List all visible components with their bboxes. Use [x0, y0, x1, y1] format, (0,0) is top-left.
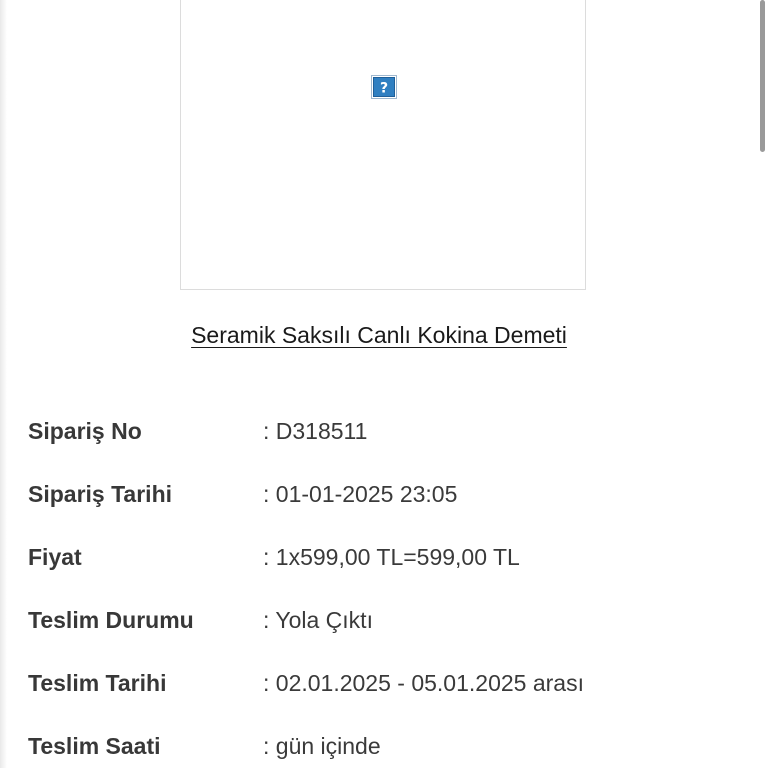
delivery-time-value: : gün içinde [263, 733, 381, 759]
order-detail-page: ? Seramik Saksılı Canlı Kokina Demeti Si… [0, 0, 768, 768]
delivery-status-value: : Yola Çıktı [263, 607, 373, 633]
delivery-time-row: Teslim Saati : gün içinde [28, 715, 748, 768]
order-date-row: Sipariş Tarihi : 01-01-2025 23:05 [28, 463, 748, 526]
order-date-label: Sipariş Tarihi [28, 481, 173, 507]
price-value: : 1x599,00 TL=599,00 TL [263, 544, 520, 570]
scrollbar-thumb[interactable] [760, 0, 765, 152]
product-title-link[interactable]: Seramik Saksılı Canlı Kokina Demeti [0, 322, 758, 349]
broken-image-icon: ? [371, 75, 397, 99]
order-number-row: Sipariş No : D318511 [28, 400, 748, 463]
delivery-status-label: Teslim Durumu [28, 607, 194, 633]
delivery-date-label: Teslim Tarihi [28, 670, 167, 696]
price-row: Fiyat : 1x599,00 TL=599,00 TL [28, 526, 748, 589]
product-image[interactable]: ? [180, 0, 586, 290]
price-label: Fiyat [28, 544, 82, 570]
order-number-label: Sipariş No [28, 418, 142, 444]
delivery-status-row: Teslim Durumu : Yola Çıktı [28, 589, 748, 652]
delivery-date-row: Teslim Tarihi : 02.01.2025 - 05.01.2025 … [28, 652, 748, 715]
left-edge-shadow [0, 0, 7, 768]
scrollbar[interactable] [758, 0, 768, 768]
order-date-value: : 01-01-2025 23:05 [263, 481, 458, 507]
order-number-value: : D318511 [263, 418, 368, 444]
delivery-time-label: Teslim Saati [28, 733, 161, 759]
svg-text:?: ? [380, 81, 388, 97]
order-details: Sipariş No : D318511 Sipariş Tarihi : 01… [28, 400, 748, 768]
delivery-date-value: : 02.01.2025 - 05.01.2025 arası [263, 670, 584, 696]
